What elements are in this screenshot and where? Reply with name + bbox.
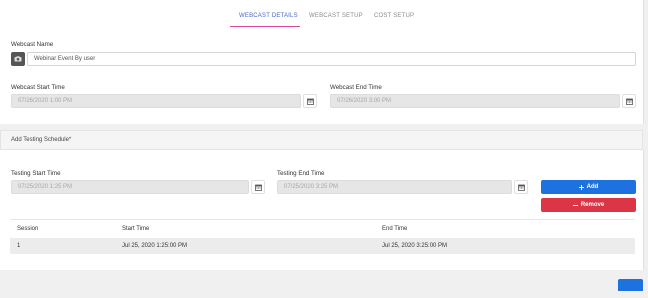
testing-schedule-header: Add Testing Schedule* bbox=[0, 130, 643, 150]
table-cell-session: 1 bbox=[17, 243, 21, 249]
webcast-name-label: Webcast Name bbox=[11, 41, 54, 48]
remove-button-label: Remove bbox=[580, 202, 605, 208]
save-button[interactable] bbox=[618, 279, 643, 291]
webcast-start-label: Webcast Start Time bbox=[11, 84, 65, 91]
webcast-start-input[interactable]: 07/26/2020 1:00 PM bbox=[11, 94, 301, 108]
camera-icon[interactable] bbox=[11, 52, 25, 66]
section-title: Add Testing Schedule* bbox=[11, 137, 72, 143]
calendar-icon[interactable] bbox=[514, 180, 528, 194]
tab-bar: WEBCAST DETAILS WEBCAST SETUP COST SETUP bbox=[0, 9, 643, 29]
remove-button[interactable]: Remove bbox=[541, 198, 636, 212]
testing-start-label: Testing Start Time bbox=[11, 170, 61, 177]
plus-icon bbox=[578, 184, 584, 190]
webcast-details-card: WEBCAST DETAILS WEBCAST SETUP COST SETUP… bbox=[0, 0, 644, 124]
calendar-icon[interactable] bbox=[303, 94, 317, 108]
table-cell-end-time: Jul 25, 2020 3:25:00 PM bbox=[382, 243, 448, 249]
webcast-end-input[interactable]: 07/26/2020 3:00 PM bbox=[330, 94, 620, 108]
table-row[interactable]: 1 Jul 25, 2020 1:25:00 PM Jul 25, 2020 3… bbox=[10, 238, 635, 254]
table-header-start-time: Start Time bbox=[122, 226, 150, 232]
testing-end-input[interactable]: 07/25/2020 3:25 PM bbox=[277, 180, 512, 194]
calendar-icon[interactable] bbox=[251, 180, 265, 194]
table-header-end-time: End Time bbox=[382, 226, 408, 232]
webcast-name-input[interactable]: Webinar Event By user bbox=[27, 52, 636, 66]
webcast-end-label: Webcast End Time bbox=[330, 84, 382, 91]
tab-webcast-setup[interactable]: WEBCAST SETUP bbox=[309, 13, 363, 19]
add-button[interactable]: Add bbox=[541, 180, 636, 194]
testing-end-label: Testing End Time bbox=[277, 170, 325, 177]
minus-icon bbox=[572, 204, 578, 206]
add-button-label: Add bbox=[586, 184, 599, 190]
table-header-session: Session bbox=[17, 226, 39, 232]
testing-start-input[interactable]: 07/25/2020 1:25 PM bbox=[11, 180, 249, 194]
table-cell-start-time: Jul 25, 2020 1:25:00 PM bbox=[122, 243, 188, 249]
calendar-icon[interactable] bbox=[622, 94, 636, 108]
tab-cost-setup[interactable]: COST SETUP bbox=[374, 13, 414, 19]
table-divider bbox=[10, 219, 635, 220]
tab-webcast-details[interactable]: WEBCAST DETAILS bbox=[239, 13, 298, 19]
active-tab-indicator bbox=[230, 26, 300, 27]
